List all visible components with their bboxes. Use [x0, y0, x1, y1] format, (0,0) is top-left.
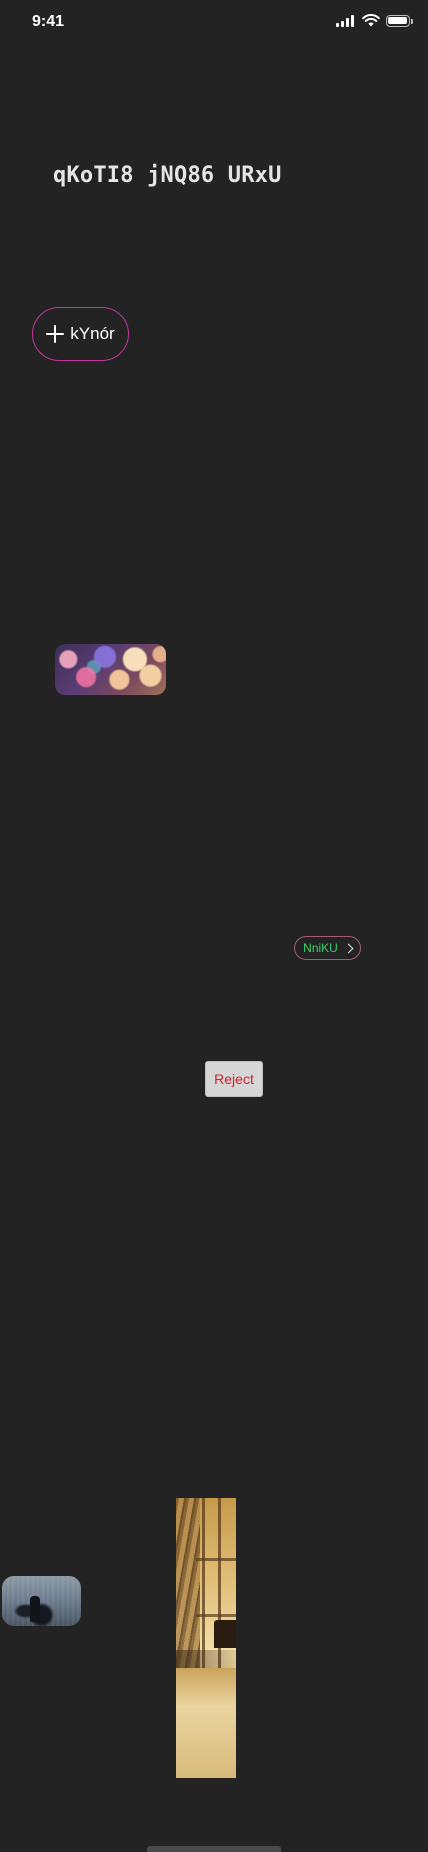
add-button[interactable]: kYnór — [32, 307, 129, 361]
floor-shadow — [176, 1650, 236, 1668]
home-indicator[interactable] — [147, 1846, 281, 1852]
curtain-shape — [176, 1498, 200, 1668]
add-button-label: kYnór — [70, 324, 115, 343]
piano-shape — [214, 1620, 236, 1648]
bokeh-lights-image — [55, 644, 166, 695]
status-time: 9:41 — [32, 13, 65, 30]
wifi-icon — [362, 14, 380, 27]
figure-shape — [30, 1596, 40, 1622]
signal-icon — [336, 14, 356, 27]
page-title: qKoTI8 jNQ86 URxU — [53, 163, 282, 188]
status-bar: 9:41 — [0, 0, 428, 46]
sunlit-window-image — [176, 1498, 236, 1778]
window-frame — [196, 1558, 236, 1561]
status-icons — [336, 14, 413, 27]
plus-icon — [46, 325, 65, 343]
link-chip[interactable]: NniKU — [294, 936, 361, 960]
window-frame — [202, 1498, 205, 1668]
floor-shape — [176, 1668, 236, 1778]
chevron-right-icon — [343, 943, 354, 953]
battery-icon — [386, 14, 413, 27]
link-chip-label: NniKU — [303, 941, 338, 955]
snowy-figure-image — [2, 1576, 81, 1626]
reject-button[interactable]: Reject — [205, 1061, 263, 1097]
window-frame — [196, 1614, 236, 1617]
